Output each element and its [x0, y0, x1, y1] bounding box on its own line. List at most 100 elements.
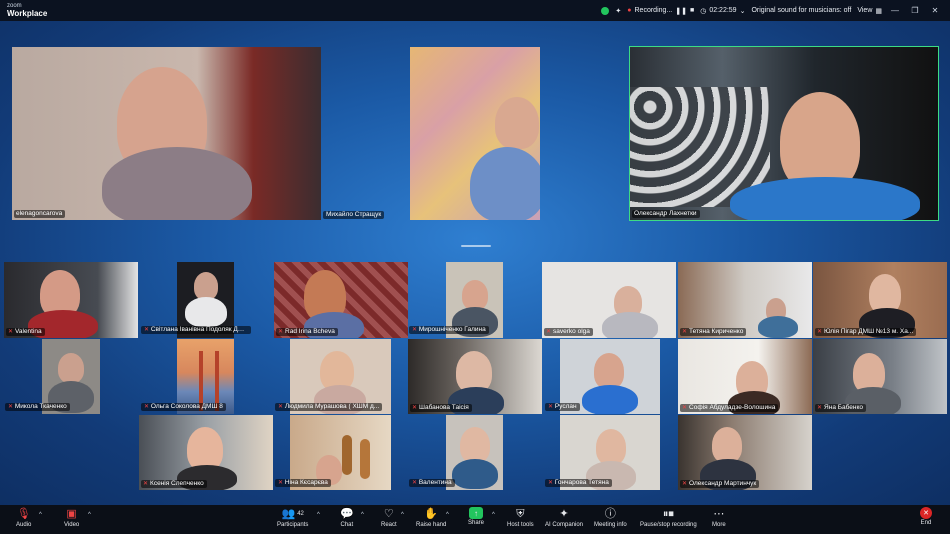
shield-icon: ⛨ — [516, 507, 525, 520]
recording-indicator[interactable]: ● Recording... ❚❚ ■ — [627, 7, 694, 15]
mic-off-icon: ✕ — [8, 329, 14, 335]
participant-name-label: ✕ Гончарова Тетяна — [545, 479, 612, 487]
original-sound-status[interactable]: Original sound for musicians: off — [751, 7, 851, 14]
host-tools-label: Host tools — [507, 522, 534, 528]
mic-off-icon: ✕ — [278, 329, 284, 335]
participant-name-label: ✕ Людмила Мурашова ( ХШМ д... — [275, 403, 383, 411]
encryption-shield-icon[interactable] — [601, 6, 610, 15]
video-tile[interactable] — [410, 47, 540, 220]
sparkle-icon: ✦ — [559, 507, 569, 520]
video-tile[interactable]: ✕ Юлія Пігар ДМШ №13 м. Ха... — [813, 262, 947, 338]
pause-stop-recording-button[interactable]: ⏸⏹ Pause/stop recording — [640, 507, 697, 529]
meeting-timer[interactable]: ◷ 02:22:59 ⌄ — [700, 7, 745, 15]
audio-button[interactable]: 🎙 Audio — [16, 507, 32, 529]
video-tile[interactable]: ✕ Шабанова Таісія — [408, 339, 542, 414]
mic-off-icon: ✕ — [682, 405, 688, 411]
participant-name-label: ✕ Валентина — [409, 479, 455, 487]
mic-off-icon: ✕ — [144, 327, 150, 333]
close-icon[interactable]: ✕ — [928, 6, 942, 15]
logo-line2: Workplace — [7, 9, 48, 18]
ai-companion-button[interactable]: ✦ AI Companion — [545, 507, 584, 529]
participants-count: 42 — [297, 510, 304, 517]
mic-off-icon: ✕ — [682, 329, 688, 335]
chevron-up-icon[interactable]: ^ — [317, 512, 320, 518]
video-tile[interactable]: ✕ Олександр Мартинчук — [678, 415, 812, 490]
video-tile[interactable]: ✕ Ксенія Слепченко — [139, 415, 273, 490]
participant-name: saverko olga — [553, 328, 590, 335]
raise-hand-label: Raise hand — [416, 522, 447, 528]
video-tile[interactable]: elenagoncarova — [12, 47, 321, 220]
participant-name: Ксенія Слепченко — [150, 480, 204, 487]
end-button[interactable]: ✕ End — [920, 507, 932, 526]
participant-name-label: ✕ Микола Ткаченко — [5, 403, 70, 411]
participant-name-label: ✕ Світлана Іванівна Подоляк ДМ... — [141, 326, 251, 334]
video-tile[interactable]: ✕ Valentina — [4, 262, 138, 338]
participant-name: Олександр Мартинчук — [689, 480, 757, 487]
chevron-up-icon[interactable]: ^ — [361, 512, 364, 518]
participant-name: Valentina — [15, 328, 42, 335]
chevron-up-icon[interactable]: ^ — [492, 512, 495, 518]
mic-off-icon: ✕ — [817, 329, 823, 335]
video-tile[interactable]: ✕ Яна Бабенко — [813, 339, 947, 414]
ai-sparkle-icon[interactable]: ✦ — [615, 7, 621, 15]
video-tile-active-speaker[interactable]: Олександр Лахнетки — [629, 46, 939, 221]
video-tile[interactable]: ✕ Софія Абдуладзе-Волошина — [678, 339, 812, 414]
meeting-toolbar: 🎙 Audio ^ ▣ Video ^ 👥 42 Participants ^ 💬… — [0, 505, 950, 534]
video-tile[interactable]: ✕ saverko olga — [542, 262, 676, 338]
end-icon: ✕ — [920, 507, 932, 519]
minimize-icon[interactable]: — — [888, 6, 902, 15]
participant-name-label: Михайло Стращук — [323, 211, 385, 219]
stop-icon[interactable]: ■ — [690, 7, 694, 14]
participant-name: Михайло Стращук — [326, 211, 382, 218]
video-button[interactable]: ▣ Video — [64, 507, 79, 529]
pause-recording-label: Pause/stop recording — [640, 522, 697, 528]
participant-name: Світлана Іванівна Подоляк ДМ... — [150, 326, 249, 333]
chevron-up-icon[interactable]: ^ — [401, 512, 404, 518]
host-tools-button[interactable]: ⛨ Host tools — [507, 507, 534, 529]
mic-off-icon: ✕ — [548, 480, 554, 486]
chevron-up-icon[interactable]: ^ — [446, 512, 449, 518]
timer-text: 02:22:59 — [709, 7, 737, 14]
hand-icon: ✋ — [424, 507, 439, 520]
react-button[interactable]: ♡ React — [381, 507, 397, 529]
share-label: Share — [468, 520, 485, 526]
chevron-up-icon[interactable]: ^ — [88, 512, 91, 518]
share-button[interactable]: ↑ Share — [468, 507, 484, 526]
video-tile[interactable]: ✕ Rad Irina Bcheva — [274, 262, 408, 338]
restore-icon[interactable]: ❐ — [908, 6, 922, 15]
raise-hand-button[interactable]: ✋ Raise hand — [416, 507, 447, 529]
view-button[interactable]: View ▦ — [857, 7, 882, 15]
participant-name: Руслан — [554, 403, 577, 410]
pause-icon[interactable]: ❚❚ — [675, 7, 687, 15]
app-logo: zoom Workplace — [7, 2, 47, 18]
mic-off-icon: ✕ — [412, 327, 418, 333]
gallery-divider-handle[interactable] — [461, 245, 491, 247]
participant-name: elenagoncarova — [16, 210, 63, 217]
chat-button[interactable]: 💬 Chat — [340, 507, 354, 529]
participant-name: Микола Ткаченко — [14, 403, 67, 410]
audio-label: Audio — [16, 522, 32, 528]
participants-label: Participants — [277, 522, 309, 528]
react-icon: ♡ — [383, 507, 394, 520]
video-tile[interactable]: ✕ Тетяна Кириченко — [678, 262, 812, 338]
participant-name-label: ✕ Ольга Соколова ДМШ 8 — [141, 403, 226, 411]
more-button[interactable]: ⋯ More — [712, 507, 726, 529]
participant-name: Гончарова Тетяна — [554, 479, 609, 486]
participant-name: Тетяна Кириченко — [689, 328, 744, 335]
participant-name: Софія Абдуладзе-Волошина — [689, 404, 776, 411]
recording-label: Recording... — [634, 7, 673, 14]
clock-icon: ◷ — [700, 7, 707, 15]
chevron-up-icon[interactable]: ^ — [39, 512, 42, 518]
mic-off-icon: ✕ — [817, 405, 823, 411]
participant-name-label: ✕ Руслан — [545, 403, 580, 411]
react-label: React — [381, 522, 397, 528]
participant-name: Валентина — [418, 479, 452, 486]
participant-name: Rad Irina Bcheva — [285, 328, 335, 335]
meeting-info-button[interactable]: ⓘ Meeting info — [594, 507, 627, 529]
grid-icon: ▦ — [875, 7, 882, 15]
mic-off-icon: ✕ — [682, 481, 688, 487]
ai-companion-label: AI Companion — [545, 522, 584, 528]
participants-button[interactable]: 👥 42 Participants — [277, 507, 309, 529]
mic-off-icon: ✕ — [278, 480, 284, 486]
record-dot-icon: ● — [627, 7, 632, 14]
